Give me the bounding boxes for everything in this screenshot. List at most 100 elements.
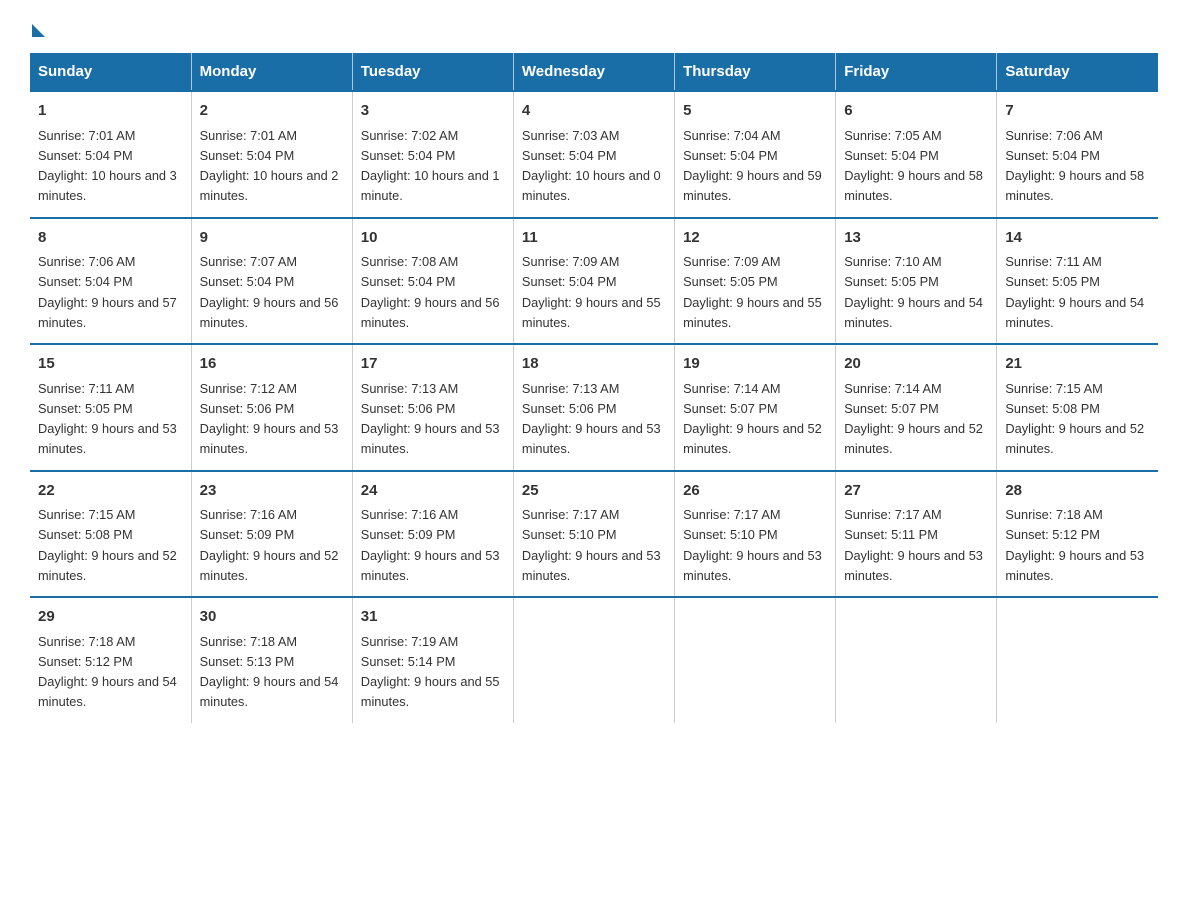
column-header-thursday: Thursday [675,53,836,91]
calendar-cell: 10 Sunrise: 7:08 AMSunset: 5:04 PMDayligh… [352,218,513,345]
day-info: Sunrise: 7:17 AMSunset: 5:11 PMDaylight:… [844,507,983,583]
calendar-cell: 23 Sunrise: 7:16 AMSunset: 5:09 PMDayligh… [191,471,352,598]
day-number: 9 [200,227,344,250]
column-header-friday: Friday [836,53,997,91]
week-row-1: 1 Sunrise: 7:01 AMSunset: 5:04 PMDaylight… [30,91,1158,218]
day-number: 6 [844,100,988,123]
day-info: Sunrise: 7:18 AMSunset: 5:12 PMDaylight:… [1005,507,1144,583]
calendar-cell: 1Sunrise: 7:01 AMSunset: 5:04 PMDaylight… [30,91,191,218]
week-row-5: 29 Sunrise: 7:18 AMSunset: 5:12 PMDayligh… [30,597,1158,723]
day-info: Sunrise: 7:14 AMSunset: 5:07 PMDaylight:… [844,381,983,457]
day-number: 15 [38,353,183,376]
day-number: 19 [683,353,827,376]
header-row: SundayMondayTuesdayWednesdayThursdayFrid… [30,53,1158,91]
day-info: Sunrise: 7:15 AMSunset: 5:08 PMDaylight:… [1005,381,1144,457]
logo [30,20,45,35]
day-number: 13 [844,227,988,250]
calendar-cell: 16 Sunrise: 7:12 AMSunset: 5:06 PMDayligh… [191,344,352,471]
day-info: Sunrise: 7:11 AMSunset: 5:05 PMDaylight:… [1005,254,1144,330]
calendar-cell: 12 Sunrise: 7:09 AMSunset: 5:05 PMDayligh… [675,218,836,345]
day-info: Sunrise: 7:19 AMSunset: 5:14 PMDaylight:… [361,634,500,710]
day-info: Sunrise: 7:16 AMSunset: 5:09 PMDaylight:… [361,507,500,583]
logo-triangle-icon [32,24,45,37]
day-number: 11 [522,227,666,250]
calendar-cell [513,597,674,723]
calendar-cell [836,597,997,723]
calendar-cell: 4 Sunrise: 7:03 AMSunset: 5:04 PMDaylight… [513,91,674,218]
day-info: Sunrise: 7:03 AMSunset: 5:04 PMDaylight:… [522,128,661,204]
day-number: 28 [1005,480,1150,503]
calendar-cell: 20 Sunrise: 7:14 AMSunset: 5:07 PMDayligh… [836,344,997,471]
day-info: Sunrise: 7:05 AMSunset: 5:04 PMDaylight:… [844,128,983,204]
day-info: Sunrise: 7:13 AMSunset: 5:06 PMDaylight:… [361,381,500,457]
calendar-cell: 8 Sunrise: 7:06 AMSunset: 5:04 PMDaylight… [30,218,191,345]
day-number: 4 [522,100,666,123]
day-info: Sunrise: 7:14 AMSunset: 5:07 PMDaylight:… [683,381,822,457]
day-number: 21 [1005,353,1150,376]
day-info: Sunrise: 7:11 AMSunset: 5:05 PMDaylight:… [38,381,177,457]
page-header [30,20,1158,35]
calendar-cell: 29 Sunrise: 7:18 AMSunset: 5:12 PMDayligh… [30,597,191,723]
day-info: Sunrise: 7:01 AMSunset: 5:04 PMDaylight:… [200,128,339,204]
day-number: 22 [38,480,183,503]
calendar-cell: 11Sunrise: 7:09 AMSunset: 5:04 PMDayligh… [513,218,674,345]
day-number: 23 [200,480,344,503]
calendar-cell: 22 Sunrise: 7:15 AMSunset: 5:08 PMDayligh… [30,471,191,598]
calendar-cell: 26 Sunrise: 7:17 AMSunset: 5:10 PMDayligh… [675,471,836,598]
day-number: 3 [361,100,505,123]
calendar-cell: 14Sunrise: 7:11 AMSunset: 5:05 PMDayligh… [997,218,1158,345]
calendar-cell: 21 Sunrise: 7:15 AMSunset: 5:08 PMDayligh… [997,344,1158,471]
calendar-cell [997,597,1158,723]
column-header-wednesday: Wednesday [513,53,674,91]
day-info: Sunrise: 7:18 AMSunset: 5:13 PMDaylight:… [200,634,339,710]
day-number: 5 [683,100,827,123]
day-number: 12 [683,227,827,250]
calendar-table: SundayMondayTuesdayWednesdayThursdayFrid… [30,53,1158,723]
day-number: 1 [38,100,183,123]
calendar-cell: 27 Sunrise: 7:17 AMSunset: 5:11 PMDayligh… [836,471,997,598]
day-number: 25 [522,480,666,503]
calendar-cell: 9 Sunrise: 7:07 AMSunset: 5:04 PMDaylight… [191,218,352,345]
column-header-monday: Monday [191,53,352,91]
day-info: Sunrise: 7:16 AMSunset: 5:09 PMDaylight:… [200,507,339,583]
day-number: 26 [683,480,827,503]
calendar-cell: 15 Sunrise: 7:11 AMSunset: 5:05 PMDayligh… [30,344,191,471]
day-info: Sunrise: 7:10 AMSunset: 5:05 PMDaylight:… [844,254,983,330]
day-info: Sunrise: 7:07 AMSunset: 5:04 PMDaylight:… [200,254,339,330]
day-number: 8 [38,227,183,250]
day-number: 7 [1005,100,1150,123]
calendar-cell: 31 Sunrise: 7:19 AMSunset: 5:14 PMDayligh… [352,597,513,723]
day-number: 30 [200,606,344,629]
day-number: 10 [361,227,505,250]
calendar-cell [675,597,836,723]
calendar-cell: 18Sunrise: 7:13 AMSunset: 5:06 PMDayligh… [513,344,674,471]
day-number: 18 [522,353,666,376]
calendar-cell: 6 Sunrise: 7:05 AMSunset: 5:04 PMDaylight… [836,91,997,218]
day-info: Sunrise: 7:08 AMSunset: 5:04 PMDaylight:… [361,254,500,330]
column-header-saturday: Saturday [997,53,1158,91]
calendar-cell: 5 Sunrise: 7:04 AMSunset: 5:04 PMDaylight… [675,91,836,218]
day-number: 29 [38,606,183,629]
week-row-2: 8 Sunrise: 7:06 AMSunset: 5:04 PMDaylight… [30,218,1158,345]
calendar-cell: 13 Sunrise: 7:10 AMSunset: 5:05 PMDayligh… [836,218,997,345]
day-number: 16 [200,353,344,376]
calendar-cell: 2 Sunrise: 7:01 AMSunset: 5:04 PMDaylight… [191,91,352,218]
day-number: 17 [361,353,505,376]
calendar-cell: 19 Sunrise: 7:14 AMSunset: 5:07 PMDayligh… [675,344,836,471]
day-info: Sunrise: 7:18 AMSunset: 5:12 PMDaylight:… [38,634,177,710]
day-info: Sunrise: 7:09 AMSunset: 5:05 PMDaylight:… [683,254,822,330]
day-number: 20 [844,353,988,376]
calendar-cell: 17 Sunrise: 7:13 AMSunset: 5:06 PMDayligh… [352,344,513,471]
calendar-cell: 25 Sunrise: 7:17 AMSunset: 5:10 PMDayligh… [513,471,674,598]
day-info: Sunrise: 7:17 AMSunset: 5:10 PMDaylight:… [522,507,661,583]
day-info: Sunrise: 7:12 AMSunset: 5:06 PMDaylight:… [200,381,339,457]
day-info: Sunrise: 7:17 AMSunset: 5:10 PMDaylight:… [683,507,822,583]
day-number: 31 [361,606,505,629]
calendar-cell: 7Sunrise: 7:06 AMSunset: 5:04 PMDaylight… [997,91,1158,218]
day-number: 2 [200,100,344,123]
day-number: 27 [844,480,988,503]
day-info: Sunrise: 7:15 AMSunset: 5:08 PMDaylight:… [38,507,177,583]
day-info: Sunrise: 7:06 AMSunset: 5:04 PMDaylight:… [38,254,177,330]
calendar-cell: 28 Sunrise: 7:18 AMSunset: 5:12 PMDayligh… [997,471,1158,598]
day-info: Sunrise: 7:04 AMSunset: 5:04 PMDaylight:… [683,128,822,204]
